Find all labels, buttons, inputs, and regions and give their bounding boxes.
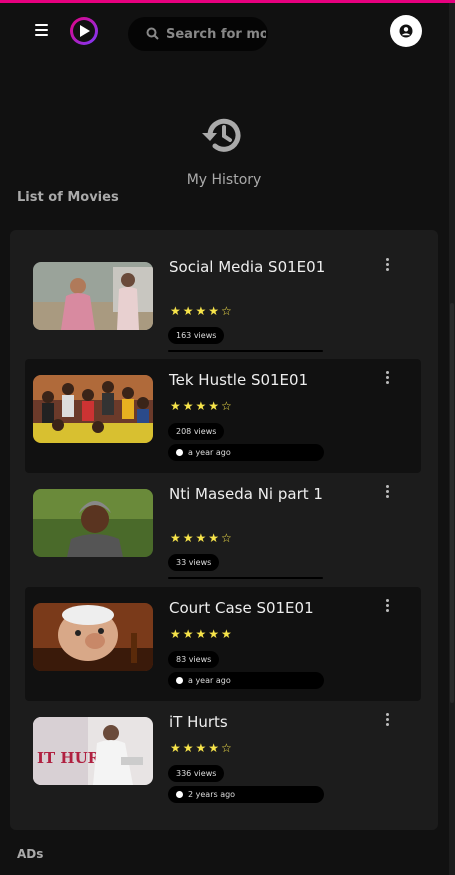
- rating-stars: ★★★★☆: [170, 531, 234, 545]
- app-logo[interactable]: [70, 17, 98, 45]
- time-text: a year ago: [188, 448, 231, 457]
- views-badge: 208 views: [168, 423, 225, 440]
- movie-title[interactable]: Nti Maseda Ni part 1: [169, 485, 344, 504]
- more-options-icon[interactable]: [381, 713, 393, 731]
- movie-title[interactable]: Court Case S01E01: [169, 599, 344, 618]
- history-title: My History: [186, 172, 262, 188]
- time-badge: [168, 577, 323, 579]
- scrollbar[interactable]: [449, 3, 455, 875]
- search-bar[interactable]: [128, 17, 268, 51]
- time-text: a year ago: [188, 676, 231, 685]
- movie-thumbnail[interactable]: IT HURTS: [33, 717, 153, 785]
- top-accent-bar: [0, 0, 455, 3]
- movie-list-panel: Social Media S01E01 ★★★★☆ 163 views Tek …: [10, 230, 438, 830]
- movie-thumbnail[interactable]: [33, 262, 153, 330]
- movie-item-it-hurts[interactable]: IT HURTS iT Hurts ★★★★☆ 336 views 2 year…: [25, 701, 421, 815]
- views-badge: 163 views: [168, 327, 225, 344]
- movie-thumbnail[interactable]: [33, 603, 153, 671]
- movie-title[interactable]: Social Media S01E01: [169, 258, 344, 277]
- clock-icon: [176, 791, 183, 798]
- rating-stars: ★★★★☆: [170, 399, 234, 413]
- time-badge: [168, 350, 323, 352]
- movie-item-social-media[interactable]: Social Media S01E01 ★★★★☆ 163 views: [25, 246, 421, 360]
- views-badge: 83 views: [168, 651, 220, 668]
- movie-item-nti-maseda[interactable]: Nti Maseda Ni part 1 ★★★★☆ 33 views: [25, 473, 421, 587]
- views-badge: 336 views: [168, 765, 225, 782]
- more-options-icon[interactable]: [381, 371, 393, 389]
- movie-title[interactable]: iT Hurts: [169, 713, 344, 732]
- rating-stars: ★★★★☆: [170, 741, 234, 755]
- search-icon: [146, 27, 159, 40]
- account-button[interactable]: [390, 15, 422, 47]
- history-icon: [202, 118, 241, 152]
- user-icon: [399, 24, 413, 38]
- movie-title[interactable]: Tek Hustle S01E01: [169, 371, 344, 390]
- scrollbar-thumb[interactable]: [450, 303, 454, 703]
- time-badge: 2 years ago: [168, 786, 324, 803]
- time-badge: a year ago: [168, 672, 324, 689]
- hamburger-menu-icon[interactable]: [35, 24, 48, 36]
- ads-section-title: ADs: [17, 847, 44, 861]
- rating-stars: ★★★★★: [170, 627, 234, 641]
- movie-thumbnail[interactable]: [33, 375, 153, 443]
- movie-thumbnail[interactable]: [33, 489, 153, 557]
- rating-stars: ★★★★☆: [170, 304, 234, 318]
- time-badge: a year ago: [168, 444, 324, 461]
- views-badge: 33 views: [168, 554, 220, 571]
- clock-icon: [176, 677, 183, 684]
- more-options-icon[interactable]: [381, 258, 393, 276]
- movie-item-tek-hustle[interactable]: Tek Hustle S01E01 ★★★★☆ 208 views a year…: [25, 359, 421, 473]
- list-of-movies-title: List of Movies: [17, 190, 119, 205]
- movie-item-court-case[interactable]: Court Case S01E01 ★★★★★ 83 views a year …: [25, 587, 421, 701]
- clock-icon: [176, 449, 183, 456]
- search-input[interactable]: [166, 17, 266, 51]
- time-text: 2 years ago: [188, 790, 236, 799]
- more-options-icon[interactable]: [381, 485, 393, 503]
- more-options-icon[interactable]: [381, 599, 393, 617]
